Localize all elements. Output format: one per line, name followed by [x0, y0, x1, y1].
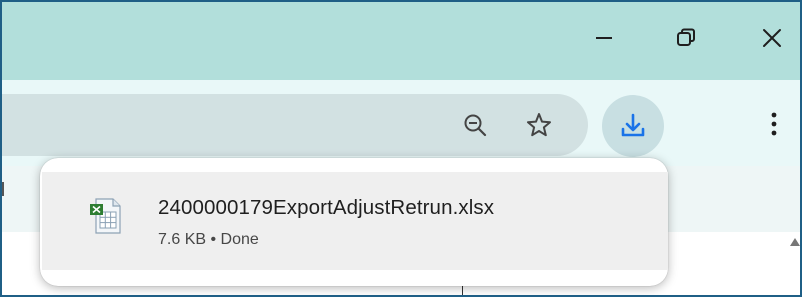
restore-icon: [677, 28, 695, 46]
close-icon: [763, 29, 781, 47]
scroll-up-arrow-icon[interactable]: [790, 238, 800, 246]
close-button[interactable]: [754, 20, 790, 56]
restore-button[interactable]: [668, 20, 704, 56]
star-icon: [527, 113, 551, 137]
download-item[interactable]: 2400000179ExportAdjustRetrun.xlsx 7.6 KB…: [42, 172, 668, 270]
zoom-out-icon: [464, 114, 487, 137]
download-status: 7.6 KB • Done: [158, 231, 259, 248]
more-menu-button[interactable]: [760, 106, 788, 142]
download-icon: [621, 113, 645, 137]
minimize-icon: [596, 37, 612, 39]
excel-file-icon: [90, 198, 121, 234]
more-vert-icon: [771, 112, 777, 136]
download-file-name: 2400000179ExportAdjustRetrun.xlsx: [158, 196, 495, 219]
downloads-button[interactable]: [602, 95, 664, 157]
bookmark-star-button[interactable]: [522, 108, 556, 142]
text-cursor-mark: [2, 182, 4, 196]
minimize-button[interactable]: [586, 20, 622, 56]
zoom-out-button[interactable]: [458, 108, 492, 142]
browser-window: 2400000179ExportAdjustRetrun.xlsx 7.6 KB…: [0, 0, 802, 297]
address-bar[interactable]: [2, 94, 588, 156]
